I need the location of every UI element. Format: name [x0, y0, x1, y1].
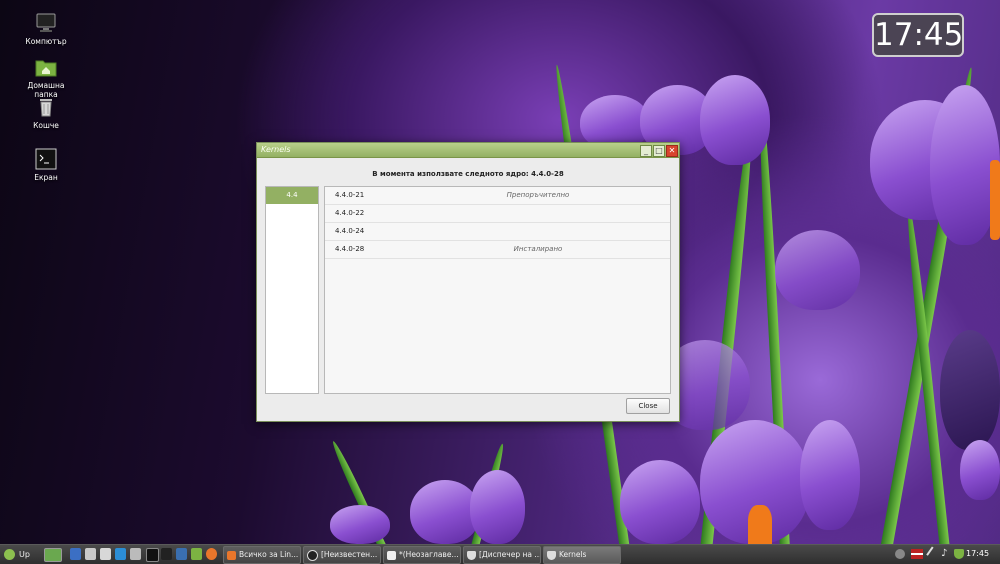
task-label: Kernels — [559, 550, 587, 559]
close-window-button[interactable]: ✕ — [666, 145, 678, 157]
us-flag-icon[interactable] — [911, 549, 923, 559]
desktop-icon-label: Екран — [34, 173, 58, 182]
firefox-icon — [227, 550, 236, 560]
kernel-version: 4.4.0-22 — [335, 209, 365, 217]
kernel-status: Препоръчително — [506, 191, 570, 199]
home-folder-icon — [35, 56, 57, 78]
kernel-row[interactable]: 4.4.0-28 Инсталирано — [325, 241, 670, 259]
close-button[interactable]: Close — [626, 398, 670, 414]
desktop-icon-label: Кошче — [33, 121, 59, 130]
window-title: Kernels — [261, 145, 291, 154]
image-launcher-icon[interactable] — [100, 548, 111, 560]
computer-icon — [35, 12, 57, 34]
file-launcher-icon[interactable] — [130, 548, 141, 560]
task-kernels[interactable]: Kernels — [543, 546, 621, 564]
media-icon — [307, 549, 318, 561]
maximize-button[interactable]: □ — [653, 145, 665, 157]
document-launcher-icon[interactable] — [85, 548, 96, 560]
current-kernel-info: В момента използвате следното ядро: 4.4.… — [372, 170, 564, 178]
kernel-row[interactable]: 4.4.0-24 — [325, 223, 670, 241]
terminal-launcher-icon[interactable] — [146, 548, 159, 562]
shield-icon — [547, 550, 556, 560]
network-launcher-icon[interactable] — [176, 548, 187, 560]
shield-icon — [467, 550, 476, 560]
user-icon[interactable] — [895, 549, 905, 559]
editor-launcher-icon[interactable] — [161, 548, 172, 560]
mint-logo-icon — [4, 549, 15, 560]
kernel-series-list: 4.4 — [265, 186, 319, 394]
minimize-button[interactable]: _ — [640, 145, 652, 157]
task-label: [Диспечер на ... — [479, 550, 541, 559]
trash-icon — [35, 96, 57, 118]
task-label: Всичко за Lin... — [239, 550, 299, 559]
task-label: [Неизвестен... — [321, 550, 378, 559]
series-item-selected[interactable]: 4.4 — [266, 187, 318, 204]
text-editor-icon — [387, 550, 396, 560]
taskbar: Up Всичко за Lin... [Неизвестен... *(Нео… — [0, 544, 1000, 564]
kernel-row[interactable]: 4.4.0-21 Препоръчително — [325, 187, 670, 205]
kernel-status: Инсталирано — [513, 245, 563, 253]
network-icon[interactable] — [926, 546, 942, 562]
desktop-clock-widget: 17:45 — [872, 13, 964, 57]
task-update-manager[interactable]: [Диспечер на ... — [463, 546, 541, 564]
start-menu-button[interactable]: Up — [2, 547, 42, 562]
task-label: *(Неозаглаве... — [399, 550, 459, 559]
task-firefox[interactable]: Всичко за Lin... — [223, 546, 301, 564]
screen-icon — [35, 148, 57, 170]
desktop-icon-trash[interactable]: Кошче — [16, 96, 76, 130]
show-desktop-icon[interactable] — [44, 548, 62, 562]
kernel-version: 4.4.0-28 — [335, 245, 365, 253]
kernels-window: Kernels _ □ ✕ В момента използвате следн… — [256, 142, 680, 422]
kernel-version-list: 4.4.0-21 Препоръчително 4.4.0-22 4.4.0-2… — [324, 186, 671, 394]
task-media[interactable]: [Неизвестен... — [303, 546, 381, 564]
kernel-version: 4.4.0-21 — [335, 191, 365, 199]
desktop-icon-home-folder[interactable]: Домашна папка — [16, 56, 76, 99]
desktop-icon-label: Компютър — [25, 37, 67, 46]
menu-label: Up — [19, 550, 30, 559]
files-launcher-icon[interactable] — [191, 548, 202, 560]
skype-launcher-icon[interactable] — [115, 548, 126, 560]
taskbar-clock[interactable]: 17:45 — [966, 546, 989, 562]
firefox-launcher-icon[interactable] — [206, 548, 217, 560]
kernel-row[interactable]: 4.4.0-22 — [325, 205, 670, 223]
desktop-icon-screen[interactable]: Екран — [16, 148, 76, 182]
update-shield-icon[interactable] — [954, 549, 964, 559]
settings-launcher-icon[interactable] — [70, 548, 81, 560]
desktop-icon-computer[interactable]: Компютър — [16, 12, 76, 46]
sound-icon[interactable]: ♪ — [941, 549, 951, 559]
task-text-editor[interactable]: *(Неозаглаве... — [383, 546, 461, 564]
window-titlebar[interactable]: Kernels _ □ ✕ — [257, 143, 679, 158]
kernel-version: 4.4.0-24 — [335, 227, 365, 235]
